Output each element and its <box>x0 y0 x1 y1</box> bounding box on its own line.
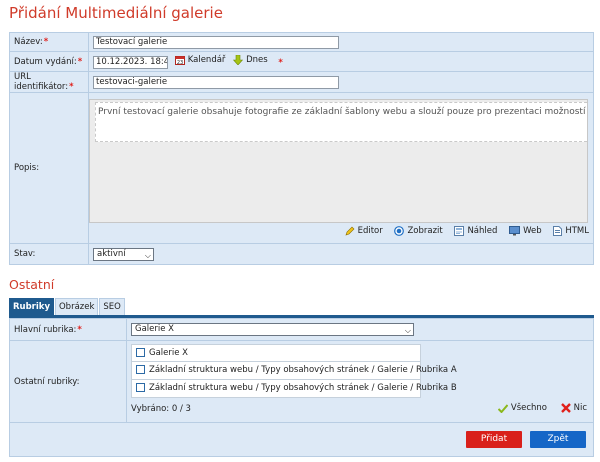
category-item[interactable]: Galerie X <box>131 344 421 362</box>
date-label-cell: Datum vydání:* <box>9 51 89 72</box>
description-editor[interactable]: První testovací galerie obsahuje fotogra… <box>89 99 588 223</box>
main-category-value: Galerie X <box>135 324 174 334</box>
category-item-label: Galerie X <box>149 348 188 358</box>
other-categories-cell: Galerie X Základní struktura webu / Typy… <box>126 340 594 423</box>
web-tool-label: Web <box>523 226 542 236</box>
state-select-value: aktivní <box>97 248 126 259</box>
svg-text:23: 23 <box>177 60 183 65</box>
date-field-cell: 10.12.2023. 18:40 23 Kalendář Dnes * <box>88 51 594 72</box>
name-label-cell: Název:* <box>9 32 89 52</box>
selection-bar: Vybráno: 0 / 3 Všechno Nic <box>131 401 589 417</box>
arrow-down-icon <box>233 54 244 65</box>
preview-icon <box>454 226 465 236</box>
select-none-label: Nic <box>573 403 587 413</box>
categories-form: Hlavní rubrika:* Galerie X ⌵ Ostatní rub… <box>9 318 594 423</box>
checkmark-icon <box>497 403 508 413</box>
add-button[interactable]: Přidat <box>466 431 522 448</box>
checkbox[interactable] <box>136 348 145 357</box>
back-button[interactable]: Zpět <box>530 431 586 448</box>
required-mark: * <box>77 324 82 335</box>
select-all-label: Všechno <box>510 403 547 413</box>
chevron-down-icon: ⌵ <box>144 250 151 260</box>
checkbox[interactable] <box>136 365 145 374</box>
monitor-icon <box>509 226 521 236</box>
state-label-cell: Stav: <box>9 243 89 265</box>
name-label: Název: <box>14 37 43 47</box>
tab-image[interactable]: Obrázek <box>54 298 99 316</box>
url-field-cell: testovaci-galerie <box>88 71 594 93</box>
page-title: Přidání Multimediální galerie <box>9 4 223 22</box>
show-tool[interactable]: Zobrazit <box>394 226 443 236</box>
other-section-title: Ostatní <box>9 277 55 292</box>
category-item-label: Základní struktura webu / Typy obsahovýc… <box>149 365 457 375</box>
html-page-icon <box>553 226 563 236</box>
other-categories-label: Ostatní rubriky: <box>14 376 80 387</box>
name-input[interactable]: Testovací galerie <box>93 35 339 49</box>
today-label: Dnes <box>246 54 268 65</box>
radio-icon <box>394 226 405 236</box>
date-label: Datum vydání: <box>14 56 77 67</box>
state-select[interactable]: aktivní ⌵ <box>93 247 154 261</box>
main-category-select[interactable]: Galerie X ⌵ <box>131 323 414 336</box>
tab-seo[interactable]: SEO <box>99 298 125 316</box>
checkbox[interactable] <box>136 383 145 392</box>
editor-tool[interactable]: Editor <box>345 226 383 236</box>
required-mark: * <box>77 56 83 67</box>
required-mark: * <box>69 82 74 92</box>
select-none-button[interactable]: Nic <box>560 403 587 413</box>
chevron-down-icon: ⌵ <box>404 326 411 335</box>
html-tool-label: HTML <box>565 226 589 236</box>
pencil-icon <box>345 226 355 236</box>
select-all-button[interactable]: Všechno <box>497 403 547 413</box>
url-label-cell: URL identifikátor:* <box>9 71 89 93</box>
desc-label-cell: Popis: <box>9 92 89 244</box>
preview-tool[interactable]: Náhled <box>454 226 497 236</box>
url-label: URL identifikátor: <box>14 72 69 92</box>
state-label: Stav: <box>14 249 36 259</box>
state-field-cell: aktivní ⌵ <box>88 243 594 265</box>
calendar-icon: 23 <box>174 55 185 65</box>
main-category-label-cell: Hlavní rubrika:* <box>9 318 127 341</box>
description-text[interactable]: První testovací galerie obsahuje fotogra… <box>95 102 587 142</box>
preview-tool-label: Náhled <box>467 226 498 236</box>
url-input[interactable]: testovaci-galerie <box>93 75 339 89</box>
selected-count: Vybráno: 0 / 3 <box>131 404 191 414</box>
html-tool[interactable]: HTML <box>553 226 589 236</box>
required-mark: * <box>43 37 49 47</box>
tab-bar: Rubriky Obrázek SEO <box>9 298 126 316</box>
main-category-cell: Galerie X ⌵ <box>126 318 594 341</box>
category-item[interactable]: Základní struktura webu / Typy obsahovýc… <box>131 380 457 398</box>
name-field-cell: Testovací galerie <box>88 32 594 52</box>
category-item[interactable]: Základní struktura webu / Typy obsahovýc… <box>131 362 457 380</box>
category-list: Galerie X Základní struktura webu / Typy… <box>131 344 457 398</box>
main-category-label: Hlavní rubrika: <box>14 324 77 335</box>
calendar-button[interactable]: 23 Kalendář <box>174 54 226 65</box>
close-icon <box>560 403 571 413</box>
tab-categories[interactable]: Rubriky <box>9 298 54 316</box>
calendar-label: Kalendář <box>187 54 226 65</box>
editor-tool-label: Editor <box>357 226 383 236</box>
today-button[interactable]: Dnes <box>233 54 268 65</box>
other-categories-label-cell: Ostatní rubriky: <box>9 340 127 423</box>
date-input[interactable]: 10.12.2023. 18:40 <box>93 55 168 69</box>
category-item-label: Základní struktura webu / Typy obsahovýc… <box>149 383 457 393</box>
show-tool-label: Zobrazit <box>407 226 443 236</box>
required-mark: * <box>278 57 283 68</box>
desc-label: Popis: <box>14 163 40 173</box>
web-tool[interactable]: Web <box>509 226 542 236</box>
